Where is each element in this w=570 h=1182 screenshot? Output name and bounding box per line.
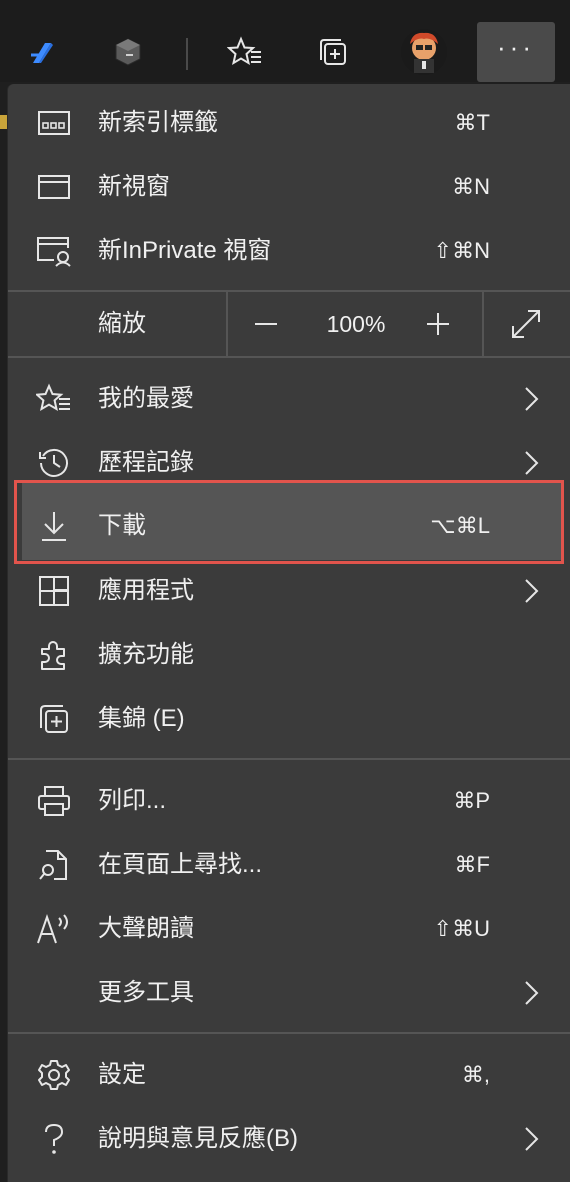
chevron-right-icon: [525, 387, 539, 411]
gear-icon: [36, 1057, 72, 1093]
read-aloud-icon: [36, 911, 72, 947]
puzzle-icon: [36, 637, 72, 673]
zoom-separator: [482, 292, 484, 356]
chevron-right-icon: [525, 579, 539, 603]
fullscreen-button[interactable]: [504, 302, 548, 346]
find-page-icon: [36, 847, 72, 883]
menu-item-shortcut: ⌘F: [454, 852, 490, 877]
zoom-in-button[interactable]: [416, 302, 460, 346]
toolbar-separator: [186, 38, 188, 70]
more-options-button[interactable]: ···: [477, 22, 555, 82]
menu-item-label: 新InPrivate 視窗: [98, 237, 272, 264]
menu-item-label: 擴充功能: [98, 641, 194, 668]
chevron-right-icon: [525, 451, 539, 475]
fullscreen-icon: [512, 310, 540, 338]
menu-item-shortcut: ⇧⌘U: [433, 916, 490, 941]
menu-item-shortcut: ⇧⌘N: [433, 238, 490, 263]
menu-divider: [8, 1032, 570, 1034]
menu-divider: [8, 758, 570, 760]
favorites-icon: [36, 381, 72, 417]
menu-item-print[interactable]: 列印... ⌘P: [8, 770, 570, 832]
new-window-icon: [36, 169, 72, 205]
menu-item-label: 我的最愛: [98, 385, 194, 412]
menu-item-new-private-window[interactable]: 新InPrivate 視窗 ⇧⌘N: [8, 220, 570, 282]
menu-item-label: 大聲朗讀: [98, 915, 194, 942]
menu-item-favorites[interactable]: 我的最愛: [8, 368, 570, 430]
menu-item-help-feedback[interactable]: 說明與意見反應(B): [8, 1108, 570, 1170]
extension-cube-icon[interactable]: [98, 22, 158, 82]
menu-item-label: 更多工具: [98, 979, 194, 1006]
zoom-out-button[interactable]: [244, 302, 288, 346]
minus-icon: [255, 323, 277, 325]
menu-item-shortcut: ⌘N: [452, 174, 490, 199]
menu-item-apps[interactable]: 應用程式: [8, 560, 570, 622]
menu-item-extensions[interactable]: 擴充功能: [8, 624, 570, 686]
menu-item-shortcut: ⌘T: [454, 110, 490, 135]
inprivate-window-icon: [36, 233, 72, 269]
menu-divider: [8, 356, 570, 358]
menu-item-find-on-page[interactable]: 在頁面上尋找... ⌘F: [8, 834, 570, 896]
apps-icon: [36, 573, 72, 609]
browser-toolbar: ···: [0, 0, 570, 129]
menu-item-label: 新視窗: [98, 173, 170, 200]
menu-item-read-aloud[interactable]: 大聲朗讀 ⇧⌘U: [8, 898, 570, 960]
menu-item-collections[interactable]: 集錦 (E): [8, 688, 570, 750]
collections-icon: [36, 701, 72, 737]
profile-avatar[interactable]: [394, 22, 454, 82]
menu-item-label: 列印...: [98, 787, 167, 814]
menu-item-new-tab[interactable]: 新索引標籤 ⌘T: [8, 92, 570, 154]
new-tab-icon: [36, 105, 72, 141]
more-options-icon: ···: [497, 32, 535, 62]
menu-item-label: 在頁面上尋找...: [98, 851, 263, 878]
collections-icon[interactable]: [303, 22, 363, 82]
settings-menu: 新索引標籤 ⌘T 新視窗 ⌘N 新InPrivate 視窗 ⇧⌘N 縮放 100…: [8, 84, 570, 1182]
menu-item-new-window[interactable]: 新視窗 ⌘N: [8, 156, 570, 218]
menu-item-label: 應用程式: [98, 577, 194, 604]
menu-item-label: 新索引標籤: [98, 109, 218, 136]
zoom-separator: [226, 292, 228, 356]
menu-item-settings[interactable]: 設定 ⌘,: [8, 1044, 570, 1106]
menu-item-label: 集錦 (E): [98, 705, 185, 732]
menu-item-shortcut: ⌘,: [461, 1062, 490, 1087]
menu-item-label: 說明與意見反應(B): [98, 1125, 298, 1152]
printer-icon: [36, 783, 72, 819]
edge-pen-icon[interactable]: [12, 22, 72, 82]
menu-item-shortcut: ⌘P: [453, 788, 490, 813]
zoom-control: 縮放 100%: [8, 292, 570, 356]
menu-item-more-tools[interactable]: 更多工具: [8, 962, 570, 1024]
zoom-label: 縮放: [98, 310, 146, 337]
zoom-level-value: 100%: [326, 311, 386, 337]
history-icon: [36, 445, 72, 481]
chevron-right-icon: [525, 981, 539, 1005]
menu-item-label: 設定: [98, 1061, 146, 1088]
plus-icon: [427, 313, 449, 335]
favorites-icon[interactable]: [215, 22, 275, 82]
chevron-right-icon: [525, 1127, 539, 1151]
annotation-highlight-box: [14, 480, 564, 564]
help-question-icon: [36, 1121, 72, 1157]
